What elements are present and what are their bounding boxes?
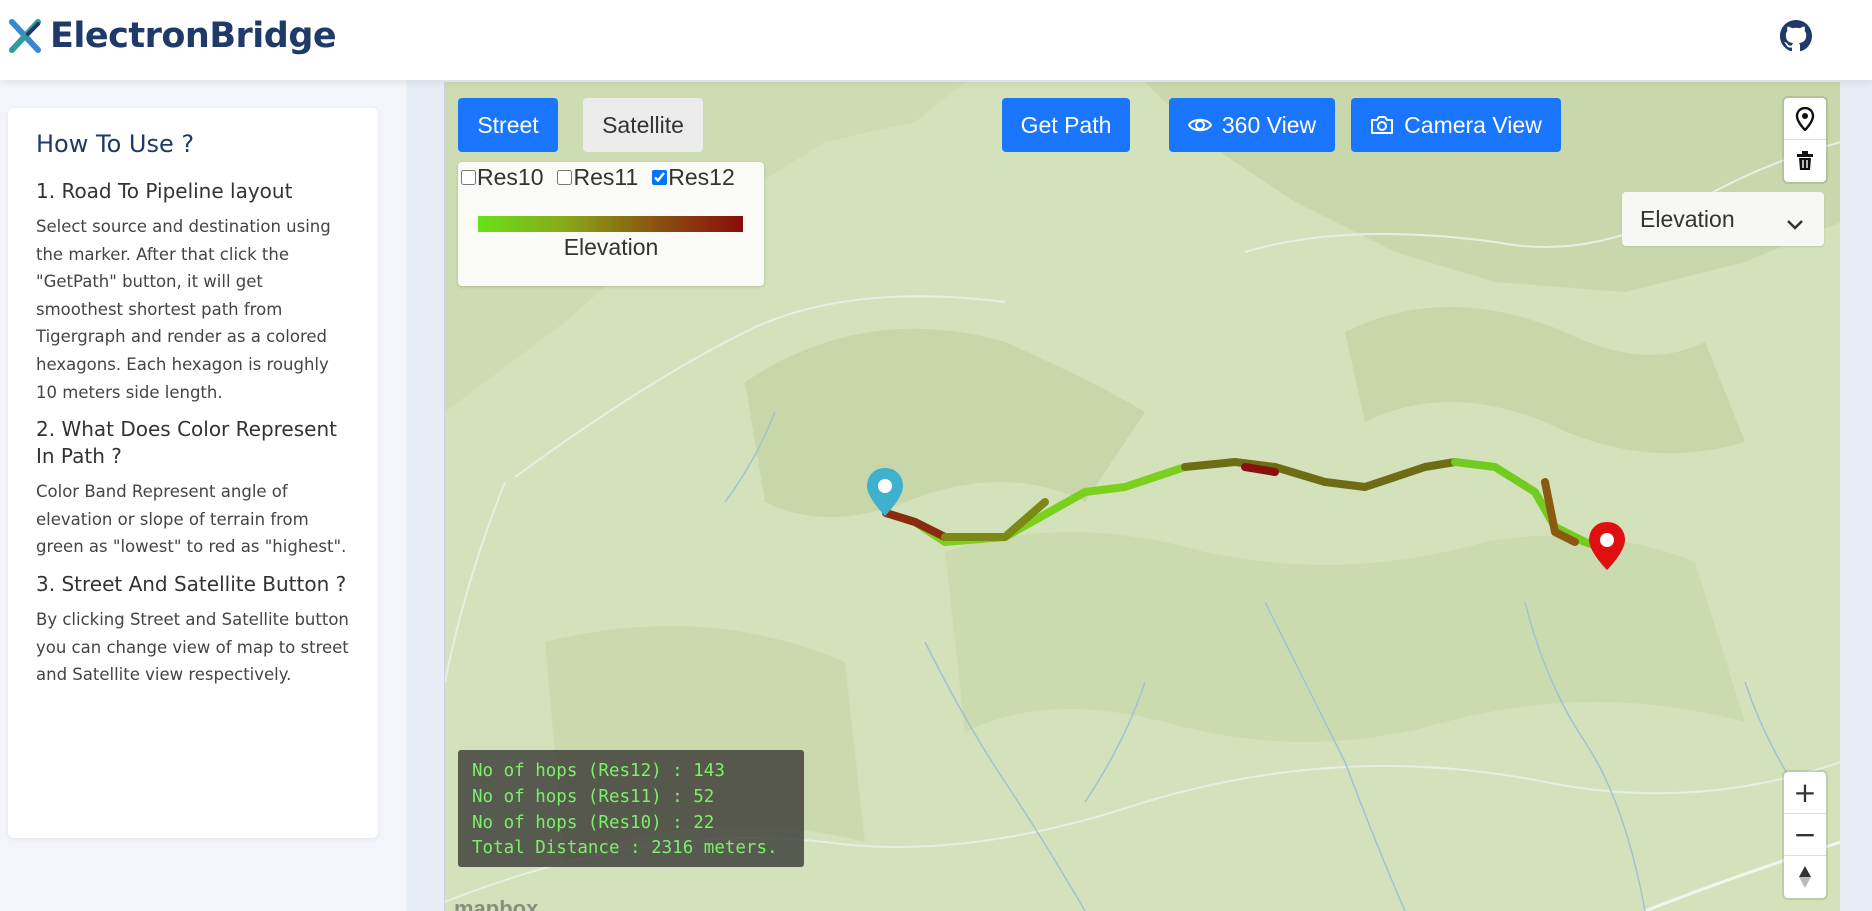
res10-checkbox[interactable] xyxy=(461,170,476,185)
res12-checkbox[interactable] xyxy=(652,170,668,185)
section-body-1: Select source and destination using the … xyxy=(36,217,331,402)
zoom-out-button[interactable]: − xyxy=(1784,814,1826,856)
sidebar: How To Use ? 1. Road To Pipeline layout … xyxy=(0,80,406,911)
how-to-use-card: How To Use ? 1. Road To Pipeline layout … xyxy=(8,108,378,838)
camera-view-button[interactable]: Camera View xyxy=(1351,98,1561,152)
zoom-in-button[interactable]: + xyxy=(1784,772,1826,814)
section-body-2: Color Band Represent angle of elevation … xyxy=(36,482,347,557)
path-stats-panel: No of hops (Res12) : 143 No of hops (Res… xyxy=(458,750,804,867)
map-pin-icon xyxy=(1589,522,1625,570)
camera-icon xyxy=(1370,115,1394,135)
get-path-button[interactable]: Get Path xyxy=(1002,98,1130,152)
trash-icon xyxy=(1797,151,1813,170)
layer-select-value: Elevation xyxy=(1640,205,1735,232)
chevron-down-icon xyxy=(1786,210,1804,237)
compass-icon xyxy=(1799,866,1811,888)
minus-icon: − xyxy=(1793,818,1817,851)
section-heading-3: 3. Street And Satellite Button ? xyxy=(36,571,347,596)
camera-view-button-label: Camera View xyxy=(1404,111,1542,138)
eye-icon xyxy=(1187,116,1212,134)
elevation-legend: Res10 Res11 Res12 Elevation xyxy=(458,162,764,286)
layer-select[interactable]: Elevation xyxy=(1622,192,1824,246)
section-heading-2: 2. What Does Color Represent In Path ? xyxy=(36,417,337,469)
res10-label: Res10 xyxy=(477,164,544,190)
add-marker-button[interactable] xyxy=(1784,98,1826,140)
draw-tools xyxy=(1784,98,1826,182)
navigation-controls: + − xyxy=(1784,772,1826,898)
street-button-label: Street xyxy=(477,111,539,138)
electron-bridge-logo-icon xyxy=(9,19,41,53)
mapbox-logo-text: mapbox xyxy=(454,896,539,911)
res10-toggle[interactable]: Res10 xyxy=(461,164,543,191)
plus-icon: + xyxy=(1793,776,1817,809)
res12-toggle[interactable]: Res12 xyxy=(652,164,735,191)
res11-label: Res11 xyxy=(573,164,639,190)
view-360-button-label: 360 View xyxy=(1221,111,1317,138)
total-distance: Total Distance : 2316 meters. xyxy=(472,838,778,859)
delete-button[interactable] xyxy=(1784,140,1826,182)
get-path-button-label: Get Path xyxy=(1020,111,1112,138)
app-header: ElectronBridge xyxy=(0,0,1872,80)
res12-label: Res12 xyxy=(668,164,735,190)
hops-res10: No of hops (Res10) : 22 xyxy=(472,812,715,833)
map-marker-icon xyxy=(1795,106,1815,131)
legend-label: Elevation xyxy=(563,234,659,260)
satellite-button[interactable]: Satellite xyxy=(583,98,703,152)
how-to-title: How To Use ? xyxy=(36,130,195,158)
section-body-3: By clicking Street and Satellite button … xyxy=(36,609,349,685)
end-marker[interactable] xyxy=(1587,520,1627,572)
elevation-color-band xyxy=(478,216,743,232)
street-button[interactable]: Street xyxy=(458,98,558,152)
section-heading-1: 1. Road To Pipeline layout xyxy=(36,179,293,203)
hops-res11: No of hops (Res11) : 52 xyxy=(472,786,715,807)
satellite-button-label: Satellite xyxy=(602,111,684,138)
github-icon[interactable] xyxy=(1780,20,1812,52)
start-marker[interactable] xyxy=(865,466,905,518)
mapbox-logo[interactable]: mapbox xyxy=(454,896,538,911)
hops-res12: No of hops (Res12) : 143 xyxy=(472,761,725,781)
res11-toggle[interactable]: Res11 xyxy=(557,164,638,191)
brand-logo[interactable]: ElectronBridge xyxy=(8,16,337,56)
reset-bearing-button[interactable] xyxy=(1784,856,1826,898)
map-pin-icon xyxy=(867,468,903,516)
brand-name: ElectronBridge xyxy=(50,16,337,56)
res11-checkbox[interactable] xyxy=(557,170,573,185)
resolution-toggles: Res10 Res11 Res12 xyxy=(461,164,749,191)
view-360-button[interactable]: 360 View xyxy=(1169,98,1335,152)
